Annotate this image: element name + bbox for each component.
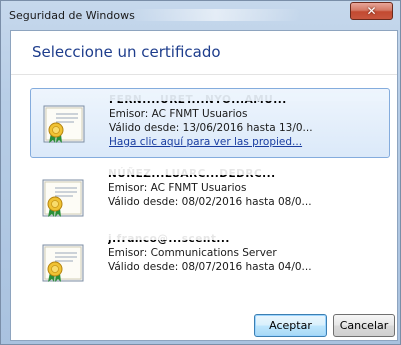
dialog-content: Seleccione un certificado FERN....URET..… bbox=[10, 30, 398, 341]
certificate-subject: j.franco@...scent... bbox=[108, 232, 388, 246]
certificate-subject: NÚÑEZ...LUARC...DEDRC... bbox=[108, 167, 388, 181]
cancel-button[interactable]: Cancelar bbox=[333, 314, 395, 337]
accept-button[interactable]: Aceptar bbox=[254, 314, 327, 337]
certificate-details: FERN....URET...NYO...AMU... Emisor: AC F… bbox=[109, 93, 389, 149]
dialog-window: Seguridad de Windows ✕ Seleccione un cer… bbox=[0, 0, 401, 345]
certificate-validity: Válido desde: 13/06/2016 hasta 13/0... bbox=[109, 122, 313, 134]
certificate-subject: FERN....URET...NYO...AMU... bbox=[109, 93, 389, 107]
certificate-item[interactable]: j.franco@...scent... Emisor: Communicati… bbox=[30, 228, 390, 298]
certificate-item[interactable]: NÚÑEZ...LUARC...DEDRC... Emisor: AC FNMT… bbox=[30, 163, 390, 233]
certificate-item[interactable]: FERN....URET...NYO...AMU... Emisor: AC F… bbox=[30, 88, 390, 158]
heading-separator bbox=[11, 74, 397, 75]
certificate-validity: Válido desde: 08/02/2016 hasta 08/0... bbox=[108, 196, 312, 208]
certificate-issuer: Emisor: AC FNMT Usuarios bbox=[108, 182, 247, 194]
dialog-heading: Seleccione un certificado bbox=[32, 43, 221, 61]
title-blur bbox=[131, 9, 301, 21]
certificate-details: NÚÑEZ...LUARC...DEDRC... Emisor: AC FNMT… bbox=[108, 167, 388, 209]
certificate-issuer: Emisor: Communications Server bbox=[108, 247, 277, 259]
certificate-icon bbox=[42, 244, 84, 282]
title-bar[interactable]: Seguridad de Windows ✕ bbox=[1, 1, 401, 29]
certificate-issuer: Emisor: AC FNMT Usuarios bbox=[109, 108, 248, 120]
close-icon: ✕ bbox=[366, 4, 377, 18]
certificate-icon bbox=[42, 179, 84, 217]
certificate-validity: Válido desde: 08/07/2016 hasta 04/0... bbox=[108, 261, 312, 273]
close-button[interactable]: ✕ bbox=[350, 2, 393, 20]
window-title: Seguridad de Windows bbox=[9, 9, 135, 22]
certificate-details: j.franco@...scent... Emisor: Communicati… bbox=[108, 232, 388, 274]
certificate-icon bbox=[43, 105, 85, 143]
view-properties-link[interactable]: Haga clic aquí para ver las propied... bbox=[109, 135, 389, 149]
